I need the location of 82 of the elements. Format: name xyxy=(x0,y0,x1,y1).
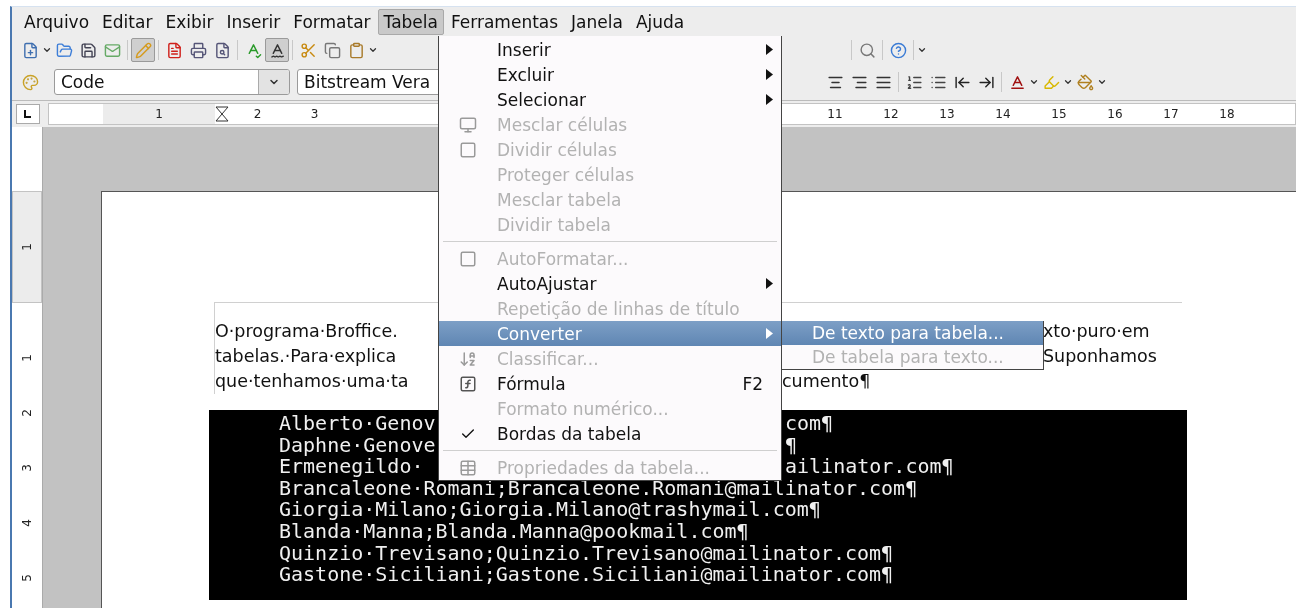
ruler-number: 3 xyxy=(20,463,34,472)
menu-title[interactable]: Formatar xyxy=(287,8,377,35)
square-icon xyxy=(459,249,477,268)
palette-icon xyxy=(21,73,39,91)
paragraph-text: tabelas.·Para·explica xyxy=(215,345,397,368)
code-line: ailinator.com¶ xyxy=(784,456,954,478)
menu-title[interactable]: Ferramentas xyxy=(444,8,565,35)
ruler-number: 17 xyxy=(1162,107,1180,121)
code-line: Ermenegildo· xyxy=(279,456,424,478)
ruler-number: 1 xyxy=(20,243,34,251)
menu-title[interactable]: Exibir xyxy=(159,8,220,35)
menu-item[interactable]: Inserir xyxy=(439,37,781,62)
pencil-icon xyxy=(134,41,152,59)
menu-item[interactable]: AutoAjustar xyxy=(439,271,781,296)
scissors-icon xyxy=(299,41,317,59)
paragraph-style-field[interactable]: Code xyxy=(54,69,290,95)
new-document-icon xyxy=(21,41,39,59)
ruler-number: 16 xyxy=(1106,107,1124,121)
menu-title[interactable]: Ajuda xyxy=(629,8,691,35)
code-line: ¶ xyxy=(784,434,798,457)
ruler-number: 18 xyxy=(1218,107,1236,121)
numbered-list-icon xyxy=(905,73,923,91)
code-line: Quinzio·Trevisano;Quinzio.Trevisano@mailinator.com¶ xyxy=(279,542,894,565)
font-color-icon xyxy=(1008,73,1026,91)
menu-title[interactable]: Janela xyxy=(565,8,629,35)
caret-icon[interactable] xyxy=(1097,77,1107,87)
ruler-number: 11 xyxy=(826,107,844,121)
code-line: Giorgia·Milano;Giorgia.Milano@trashymail.com¶ xyxy=(279,499,821,521)
highlighter-icon xyxy=(1042,73,1060,91)
function-icon xyxy=(459,374,477,393)
tab-stop-button[interactable] xyxy=(16,104,40,124)
ruler-number: 2 xyxy=(252,107,263,121)
sort-icon xyxy=(459,349,477,368)
code-line: Alberto·Genov xyxy=(279,413,436,435)
ruler-number: 5 xyxy=(20,573,34,582)
menu-title[interactable]: Arquivo xyxy=(18,8,96,35)
ruler-number: 13 xyxy=(938,107,956,121)
code-line: Daphne·Genove xyxy=(279,434,436,457)
menu-item[interactable]: Fórmula F2 xyxy=(439,371,781,396)
caret-icon[interactable] xyxy=(917,45,927,55)
monitor-icon xyxy=(459,115,477,134)
table-icon xyxy=(459,458,477,477)
clipboard-icon xyxy=(347,41,365,59)
ruler-number: 1 xyxy=(20,353,34,362)
code-line: Blanda·Manna;Blanda.Manna@pookmail.com¶ xyxy=(279,520,749,543)
caret-icon[interactable] xyxy=(42,45,52,55)
autospellcheck-icon xyxy=(268,41,286,59)
shortcut-text: F2 xyxy=(742,373,763,394)
caret-icon[interactable] xyxy=(1063,77,1073,87)
pdf-document-icon xyxy=(165,41,183,59)
menu-item[interactable]: Bordas da tabela xyxy=(439,421,781,446)
square-icon xyxy=(459,140,477,159)
paragraph-text: O·programa·Broffice. xyxy=(215,320,398,343)
ruler-number: 3 xyxy=(309,107,320,121)
caret-icon[interactable] xyxy=(368,45,378,55)
menu-title[interactable]: Inserir xyxy=(220,8,287,35)
ruler-number: 4 xyxy=(20,518,34,527)
menu-title[interactable]: Editar xyxy=(96,8,159,35)
menu-title[interactable]: Tabela xyxy=(377,8,444,35)
code-line: Brancaleone·Romani;Brancaleone.Romani@mailinator.com¶ xyxy=(279,477,918,500)
paragraph-text: que·tenhamos·uma·ta xyxy=(215,370,409,393)
ruler-number: 1 xyxy=(154,107,164,121)
paragraph-text: xto·puro·em xyxy=(1043,320,1150,343)
code-line: Gastone·Siciliani;Gastone.Siciliani@mailinator.com¶ xyxy=(279,564,894,586)
paint-bucket-icon xyxy=(1076,73,1094,91)
printer-icon xyxy=(189,41,207,59)
caret-icon[interactable] xyxy=(1029,77,1039,87)
help-icon xyxy=(889,41,907,59)
ruler-number: 2 xyxy=(20,408,34,417)
copy-icon xyxy=(323,41,341,59)
envelope-icon xyxy=(103,41,121,59)
paragraph-text: Suponhamos xyxy=(1043,345,1157,368)
print-preview-icon xyxy=(213,41,231,59)
folder-icon xyxy=(55,41,73,59)
code-line: com¶ xyxy=(784,413,834,435)
ruler-number: 12 xyxy=(882,107,900,121)
ruler-number: 15 xyxy=(1050,107,1068,121)
search-icon xyxy=(858,41,876,59)
toolbar-button[interactable] xyxy=(265,38,289,62)
tab-stop-icon xyxy=(24,110,32,118)
ruler-number: 14 xyxy=(994,107,1012,121)
paragraph-text: cumento¶ xyxy=(782,370,871,393)
